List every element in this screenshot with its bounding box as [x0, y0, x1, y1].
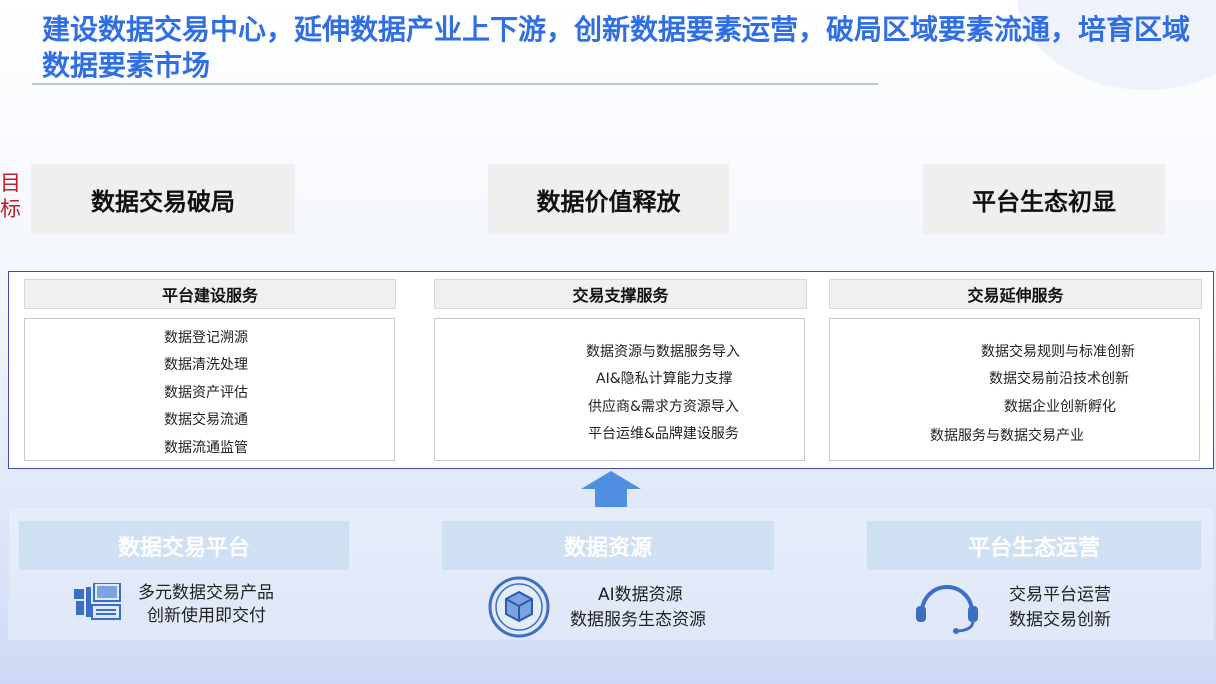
service-header-platform-construction: 平台建设服务: [24, 279, 396, 309]
service-item: 数据资产评估: [164, 385, 248, 401]
service-header-trading-extension: 交易延伸服务: [829, 279, 1202, 309]
service-item: 数据企业创新孵化: [1004, 399, 1116, 415]
page-title: 建设数据交易中心，延伸数据产业上下游，创新数据要素运营，破局区域要素流通，培育区…: [42, 13, 1191, 82]
service-item: AI&隐私计算能力支撑: [596, 371, 733, 387]
service-item: 平台运维&品牌建设服务: [588, 426, 739, 442]
service-item: 数据流通监管: [164, 440, 248, 456]
goal-platform-ecosystem: 平台生态初显: [923, 164, 1165, 234]
goal-label: 目标: [0, 171, 21, 221]
foundation-line: 交易平台运营: [1009, 585, 1111, 605]
foundation-header-data-resources: 数据资源: [442, 521, 774, 570]
service-item: 数据资源与数据服务导入: [586, 344, 740, 360]
foundation-line: 创新使用即交付: [147, 606, 266, 626]
service-item: 数据交易规则与标准创新: [981, 344, 1135, 360]
foundation-header-ecosystem-operation: 平台生态运营: [867, 521, 1201, 570]
foundation-header-trading-platform: 数据交易平台: [19, 521, 349, 570]
goal-data-trading-breakthrough: 数据交易破局: [31, 164, 295, 234]
service-item: 数据服务与数据交易产业: [930, 428, 1084, 444]
up-arrow-icon: [581, 471, 641, 507]
foundation-line: 数据服务生态资源: [570, 610, 706, 630]
service-item: 供应商&需求方资源导入: [588, 399, 739, 415]
service-item: 数据登记溯源: [164, 330, 248, 346]
service-item: 数据清洗处理: [164, 357, 248, 373]
service-header-trading-support: 交易支撑服务: [434, 279, 807, 309]
title-divider: [32, 83, 878, 85]
workstation-icon: [74, 583, 121, 620]
headset-icon: [916, 585, 978, 634]
service-item: 数据交易前沿技术创新: [989, 371, 1129, 387]
foundation-line: 数据交易创新: [1009, 610, 1111, 630]
service-item: 数据交易流通: [164, 412, 248, 428]
foundation-line: AI数据资源: [598, 585, 683, 605]
foundation-line: 多元数据交易产品: [138, 583, 274, 603]
cube-icon: [488, 576, 550, 638]
goal-data-value-release: 数据价值释放: [488, 164, 729, 234]
